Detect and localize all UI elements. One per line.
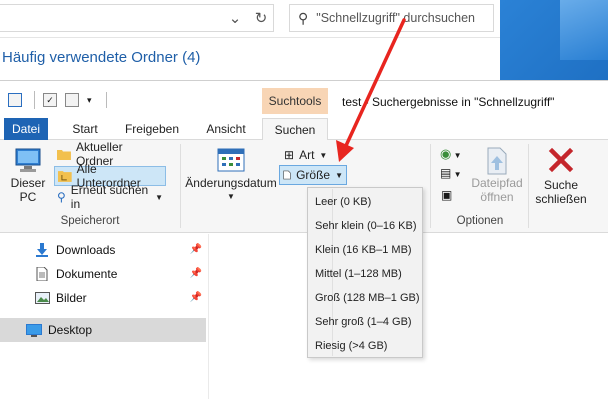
nav-item-label: Dokumente [56,267,118,281]
advanced-options-icon: ▤ [440,166,452,180]
location-options: Aktueller Ordner Alle Unterordner ⚲ Erne… [54,140,166,211]
menu-item-size-huge[interactable]: Sehr groß (1–4 GB) [308,310,422,333]
search-again-icon: ⚲ [57,190,66,204]
window-title: test - Suchergebnisse in "Schnellzugriff… [342,95,555,109]
group-label-speicherort: Speicherort [60,215,120,227]
refresh-glyph: ↻ [254,10,268,27]
document-icon [283,170,291,180]
group-label-optionen: Optionen [456,215,504,227]
nav-item-label: Desktop [48,323,93,337]
type-filter-button[interactable]: ⊞ Art ▼ [281,145,330,165]
tab-datei[interactable]: Datei [4,118,48,140]
ribbon: Dieser PC Aktueller Ordner Alle Unterord… [0,140,608,233]
open-file-location-label: Dateipfad öffnen [471,176,523,204]
tab-start[interactable]: Start [62,118,108,140]
folder-icon [57,150,71,160]
this-pc-label: Dieser PC [10,176,46,204]
chevron-down-icon: ▼ [451,151,462,160]
menu-item-size-medium[interactable]: Mittel (1–128 MB) [308,262,422,285]
date-modified-button[interactable]: Änderungsdatum ▼ [184,146,278,204]
close-search-button[interactable]: Suche schließen [534,146,588,206]
ribbon-tab-bar: Datei Start Freigeben Ansicht Suchen [0,118,608,141]
menu-item-size-large[interactable]: Groß (128 MB–1 GB) [308,286,422,309]
date-modified-label: Änderungsdatum [185,176,277,190]
calendar-icon [217,148,245,172]
customize-toolbar-icon[interactable]: ▾ [87,95,92,106]
chevron-down-icon[interactable]: ⌄ [222,4,248,32]
toolbar-separator [105,92,107,108]
background-address-bar-row: ⌄ ↻ ⚲ "Schnellzugriff" durchsuchen [0,0,500,38]
type-icon: ⊞ [284,148,295,162]
nav-item-dokumente[interactable]: Dokumente 📌 [0,262,206,286]
subfolders-icon [58,170,72,182]
close-search-label: Suche schließen [535,178,587,206]
nav-item-label: Downloads [56,243,116,257]
properties-icon[interactable]: ✓ [43,93,57,107]
size-filter-menu: Leer (0 KB) Sehr klein (0–16 KB) Klein (… [307,187,423,358]
nav-item-downloads[interactable]: Downloads 📌 [0,238,206,262]
explorer-window: ✓ ▾ Suchtools test - Suchergebnisse in "… [0,80,608,399]
nav-item-desktop[interactable]: Desktop [0,318,206,342]
recent-searches-button[interactable]: ◉ ▼ [440,146,461,162]
pictures-icon [34,291,50,305]
desktop-icon [26,323,42,337]
save-icon: ▣ [441,188,453,202]
search-placeholder: "Schnellzugriff" durchsuchen [316,11,475,25]
group-divider [430,144,431,228]
advanced-options-button[interactable]: ▤ ▼ [440,166,461,180]
menu-item-size-small[interactable]: Klein (16 KB–1 MB) [308,238,422,261]
navigation-pane: Downloads 📌 Dokumente 📌 Bilder 📌 Desktop [0,234,208,399]
chevron-down-icon: ▼ [319,150,328,160]
chevron-down-icon: ▼ [227,192,235,201]
pin-icon[interactable]: 📌 [190,268,202,279]
window-folder-icon[interactable] [8,93,22,107]
computer-icon [15,148,41,172]
pin-icon[interactable]: 📌 [190,292,202,303]
document-icon [34,267,50,281]
size-label: Größe [296,168,331,182]
quick-access-toolbar: ✓ ▾ [8,90,107,110]
frequent-folders-heading[interactable]: Häufig verwendete Ordner (4) [2,49,200,66]
nav-item-bilder[interactable]: Bilder 📌 [0,286,206,310]
this-pc-button[interactable]: Dieser PC [8,146,48,204]
chevron-down-icon: ▼ [335,170,343,180]
type-label: Art [299,148,315,162]
search-again-in-button[interactable]: ⚲ Erneut suchen in ▼ [54,183,166,211]
tab-ansicht[interactable]: Ansicht [196,118,256,140]
open-location-icon [487,147,507,175]
pane-divider [208,234,209,399]
chevron-down-icon: ▼ [451,170,462,179]
nav-item-label: Bilder [56,291,87,305]
tab-suchen[interactable]: Suchen [262,118,328,141]
menu-item-size-tiny[interactable]: Sehr klein (0–16 KB) [308,214,422,237]
group-divider [180,144,181,228]
pin-icon[interactable]: 📌 [190,244,202,255]
open-file-location-button[interactable]: Dateipfad öffnen [468,146,526,204]
save-search-button[interactable]: ▣ [441,188,452,202]
desktop-wallpaper-highlight [560,0,608,60]
download-icon [34,243,50,257]
chevron-down-icon: ▼ [155,192,163,202]
recent-searches-icon: ◉ [440,146,452,161]
current-folder-button[interactable]: Aktueller Ordner [54,140,166,168]
menu-item-size-empty[interactable]: Leer (0 KB) [308,190,422,213]
context-tab-group-suchtools: Suchtools [262,88,328,114]
size-filter-button[interactable]: Größe ▼ [279,165,347,185]
tab-freigeben[interactable]: Freigeben [116,118,188,140]
menu-item-size-gigantic[interactable]: Riesig (>4 GB) [308,334,422,357]
search-again-label: Erneut suchen in [70,183,149,211]
refresh-icon[interactable]: ↻ [248,4,274,32]
group-divider [528,144,529,228]
search-icon: ⚲ [298,9,309,26]
background-search-input[interactable]: ⚲ "Schnellzugriff" durchsuchen [289,4,494,32]
title-bar: ✓ ▾ Suchtools test - Suchergebnisse in "… [0,81,608,118]
toolbar-separator [34,91,35,109]
close-icon [548,147,574,173]
new-folder-icon[interactable] [65,93,79,107]
